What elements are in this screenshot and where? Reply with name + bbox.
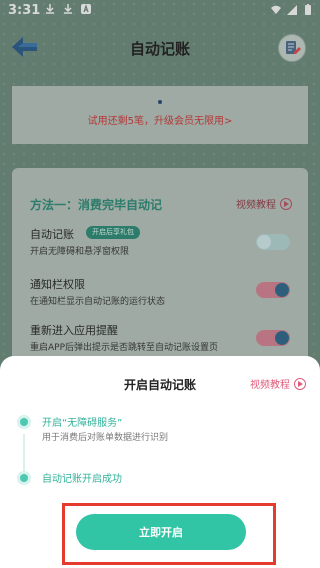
enable-now-button[interactable]: 立即开启 — [76, 514, 246, 550]
step-title-1: 开启“无障碍服务” — [42, 418, 123, 429]
step-title-2: 自动记账开启成功 — [42, 474, 122, 485]
step-sub-1: 用于消费后对账单数据进行识别 — [42, 433, 169, 443]
sheet-video-link[interactable]: 视频教程 — [250, 376, 306, 391]
step-dot-1 — [20, 418, 28, 426]
step-connector — [23, 434, 25, 474]
play-icon — [294, 377, 306, 390]
step-dot-2 — [20, 474, 28, 482]
sheet-video-label: 视频教程 — [250, 380, 290, 391]
